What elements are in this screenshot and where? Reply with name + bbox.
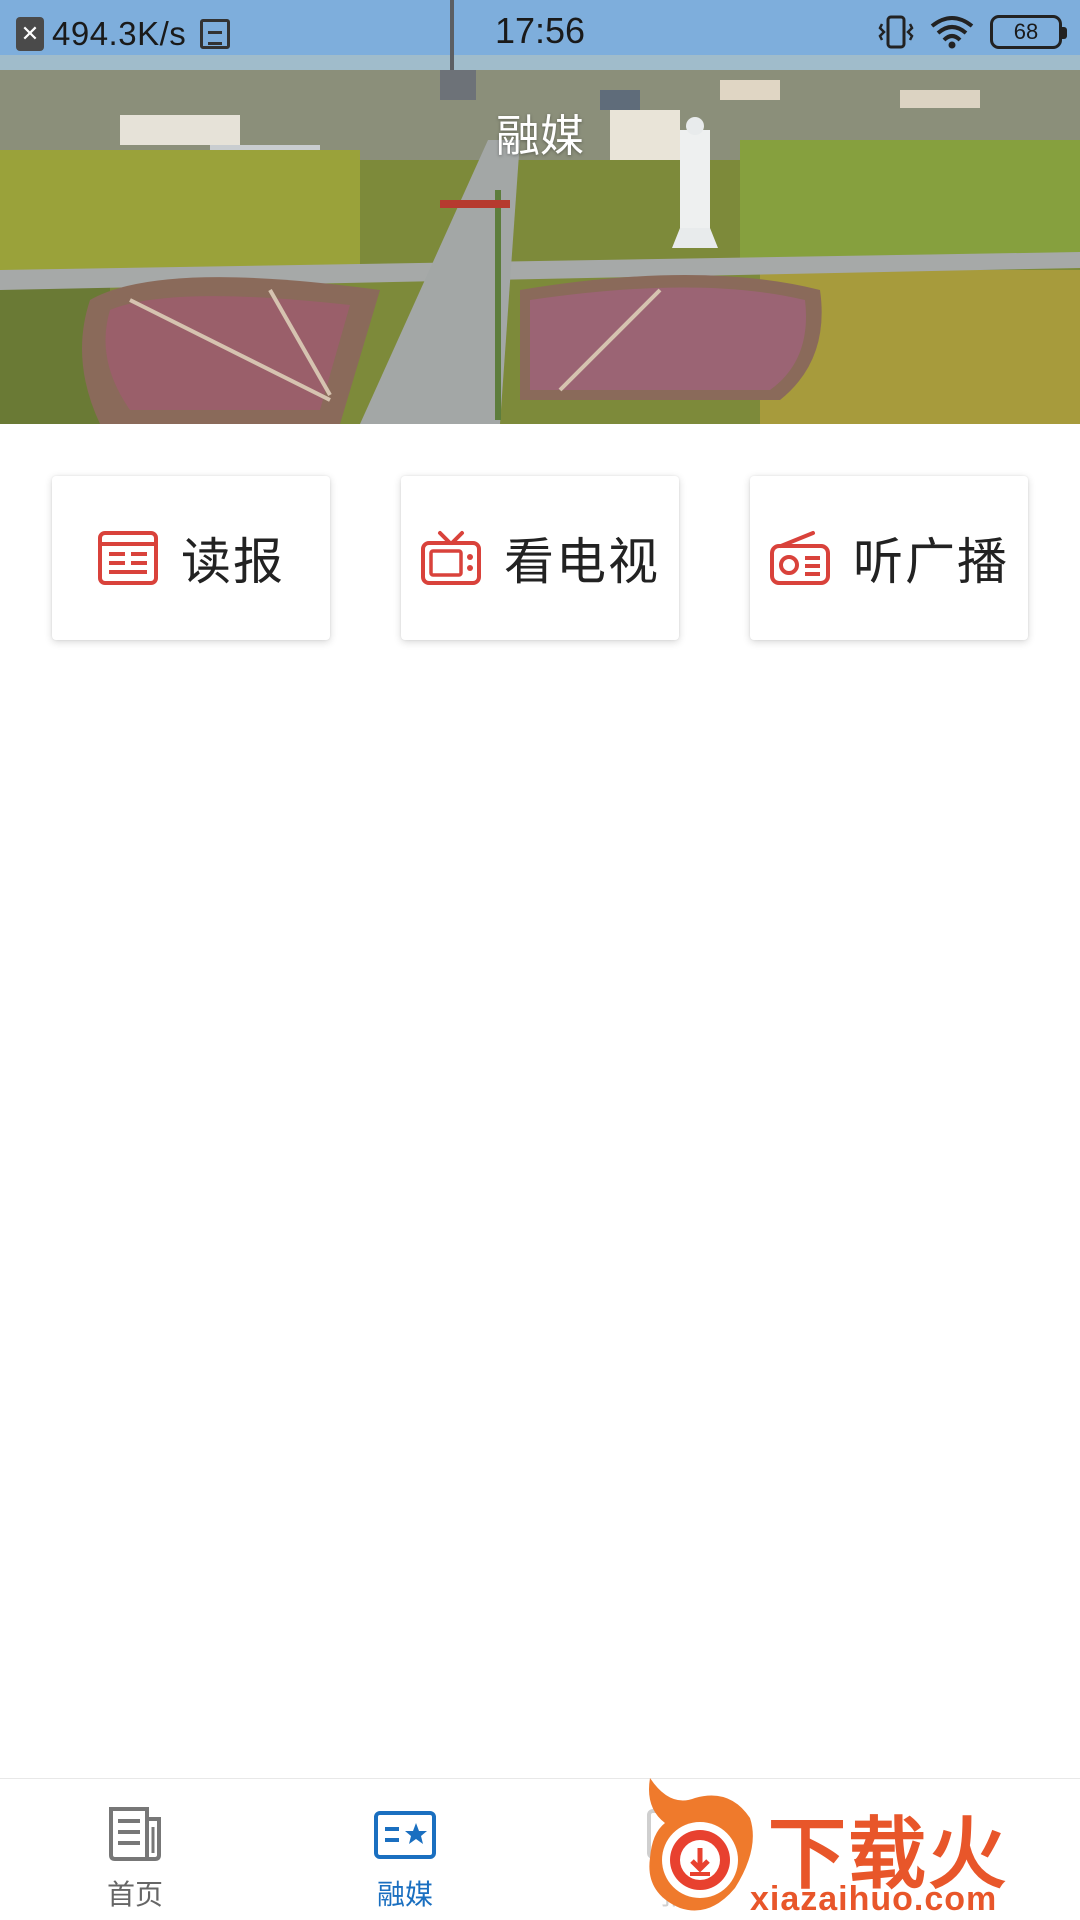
page-title: 融媒: [496, 111, 584, 162]
read-newspaper-card[interactable]: 读报: [52, 476, 330, 640]
radio-icon: [770, 531, 830, 585]
watch-tv-card[interactable]: 看电视: [401, 476, 679, 640]
tv-icon: [421, 531, 481, 585]
card-label: 读报: [181, 533, 285, 591]
battery-level: 68: [1013, 19, 1039, 44]
watermark-url: xiazaihuo.com: [750, 1880, 998, 1918]
card-label: 听广播: [853, 533, 1009, 591]
listen-radio-card[interactable]: 听广播: [750, 476, 1028, 640]
status-bar-right: 68: [878, 14, 1067, 50]
article-icon: [109, 1807, 161, 1861]
media-entry-cards: 读报 看电视 听广播: [0, 476, 1080, 640]
nav-item-media[interactable]: 融媒: [270, 1779, 540, 1920]
nav-label: 首页: [106, 1878, 163, 1911]
watermark: 下载火 xiazaihuo.com: [640, 1778, 1080, 1920]
nav-item-home[interactable]: 首页: [0, 1779, 270, 1920]
media-card-icon: [374, 1811, 436, 1859]
nav-label: 融媒: [376, 1878, 433, 1911]
card-label: 看电视: [504, 533, 660, 591]
battery-icon: 68: [990, 15, 1067, 49]
wifi-icon: [930, 16, 974, 49]
status-bar: ✕ 494.3K/s 17:56 68: [0, 0, 1080, 68]
download-flame-logo: [649, 1778, 753, 1911]
vibrate-icon: [878, 15, 914, 49]
newspaper-icon: [98, 531, 158, 585]
